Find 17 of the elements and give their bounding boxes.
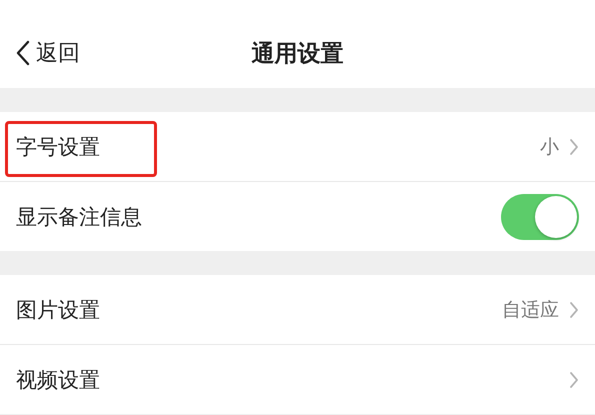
row-label: 字号设置: [16, 134, 100, 160]
row-label: 显示备注信息: [16, 204, 142, 230]
chevron-right-icon: [569, 370, 579, 388]
back-button[interactable]: 返回: [0, 38, 80, 68]
page-title: 通用设置: [252, 40, 344, 68]
back-chevron-icon: [16, 40, 30, 66]
toggle-switch[interactable]: [501, 194, 579, 240]
chevron-right-icon: [569, 138, 579, 156]
chevron-right-icon: [569, 300, 579, 318]
settings-row[interactable]: 图片设置 自适应: [0, 275, 595, 345]
row-value: 自适应: [502, 298, 559, 322]
row-label: 图片设置: [16, 296, 100, 324]
settings-row[interactable]: 字号设置 小: [0, 112, 595, 182]
row-label: 视频设置: [16, 366, 100, 394]
settings-row[interactable]: 显示备注信息: [0, 182, 595, 251]
settings-row[interactable]: 视频设置: [0, 345, 595, 414]
row-value: 小: [540, 134, 559, 160]
